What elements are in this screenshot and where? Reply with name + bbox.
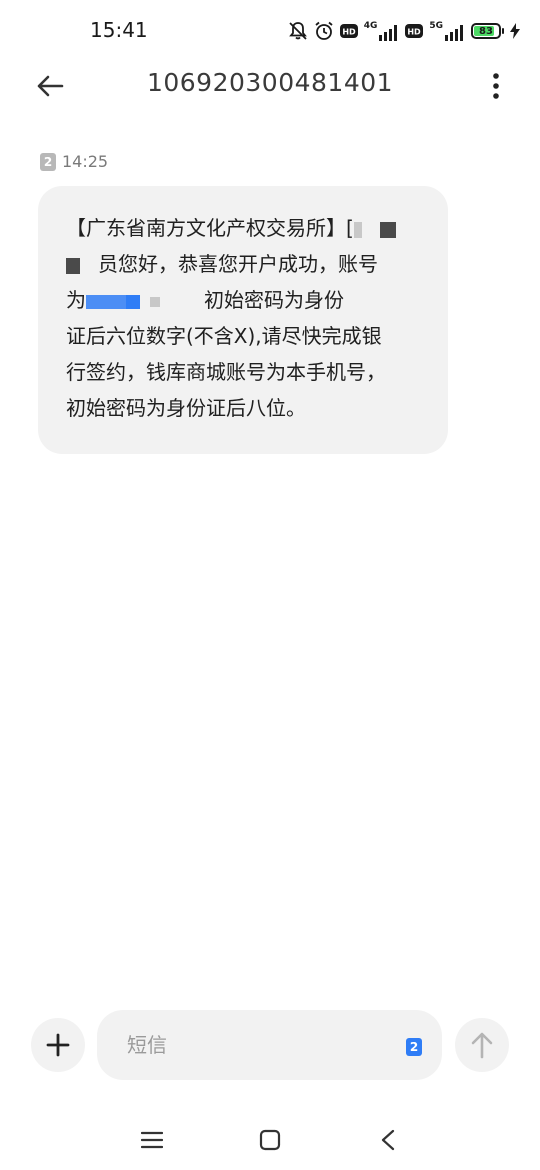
redacted-account-block (86, 294, 126, 309)
send-button[interactable] (455, 1018, 509, 1072)
signal-4g-indicator: 4G (363, 20, 400, 41)
message-composer: 2 (0, 1008, 540, 1082)
battery-icon: 83 (471, 23, 501, 39)
message-timestamp: 14:25 (62, 152, 109, 171)
mute-bell-icon (288, 21, 308, 41)
message-line: 证后六位数字(不含X),请尽快完成银 (66, 324, 382, 348)
redacted-block (150, 296, 160, 307)
arrow-up-icon (471, 1032, 493, 1059)
redacted-block (66, 257, 80, 274)
message-line: 行签约，钱库商城账号为本手机号， (66, 360, 386, 384)
status-time: 15:41 (90, 18, 148, 42)
signal-bars-icon (445, 24, 463, 41)
message-line: 初始密码为身份证后八位。 (66, 396, 306, 420)
conversation-header: 106920300481401 (0, 58, 540, 112)
message-bubble[interactable]: 【广东省南方文化产权交易所】[ 员您好，恭喜您开户成功，账号 为初始密码为身份 … (38, 186, 448, 454)
message-body: 【广东省南方文化产权交易所】[ 员您好，恭喜您开户成功，账号 为初始密码为身份 … (66, 210, 424, 426)
battery-cap (502, 28, 504, 34)
message-line: 为 (66, 288, 86, 312)
hd-voice-icon: HD (339, 24, 358, 38)
message-input[interactable] (127, 1030, 387, 1060)
status-bar: 15:41 HD 4G HD 5G 83 (0, 0, 540, 62)
plus-icon (46, 1033, 70, 1057)
more-vertical-icon (493, 73, 499, 99)
attach-button[interactable] (31, 1018, 85, 1072)
redacted-block (353, 221, 362, 238)
chevron-left-icon (381, 1129, 395, 1151)
square-home-icon (259, 1129, 281, 1151)
status-icons: HD 4G HD 5G 83 (288, 18, 520, 44)
svg-text:HD: HD (342, 28, 356, 37)
network-type-label: 5G (429, 20, 443, 31)
redacted-block (379, 221, 396, 238)
nav-back-button[interactable] (370, 1122, 406, 1158)
hd-voice-icon-2: HD (405, 24, 424, 38)
more-options-button[interactable] (484, 66, 508, 106)
battery-indicator: 83 (471, 23, 504, 39)
signal-5g-indicator: 5G (429, 20, 465, 41)
sms-conversation-screen: 15:41 HD 4G HD 5G 83 106920300481401 2 1… (0, 0, 540, 1170)
system-navigation-bar (0, 1110, 540, 1170)
message-meta: 2 14:25 (40, 152, 108, 171)
home-button[interactable] (252, 1122, 288, 1158)
menu-icon (141, 1131, 163, 1149)
sim-slot-badge: 2 (40, 152, 56, 171)
message-line: 员您好，恭喜您开户成功，账号 (98, 252, 378, 276)
sim-select-badge[interactable]: 2 (406, 1038, 422, 1056)
recents-button[interactable] (134, 1122, 170, 1158)
battery-level: 83 (479, 25, 493, 37)
charging-bolt-icon (510, 23, 520, 39)
message-line: 初始密码为身份 (204, 288, 344, 312)
signal-bars-icon (379, 24, 398, 41)
message-line: 【广东省南方文化产权交易所】[ (66, 216, 354, 240)
sender-number-title: 106920300481401 (146, 68, 394, 97)
message-input-box[interactable]: 2 (97, 1010, 442, 1080)
alarm-clock-icon (314, 21, 334, 41)
network-type-label: 4G (363, 20, 378, 31)
svg-text:HD: HD (408, 28, 422, 37)
redacted-account-block (126, 294, 140, 309)
